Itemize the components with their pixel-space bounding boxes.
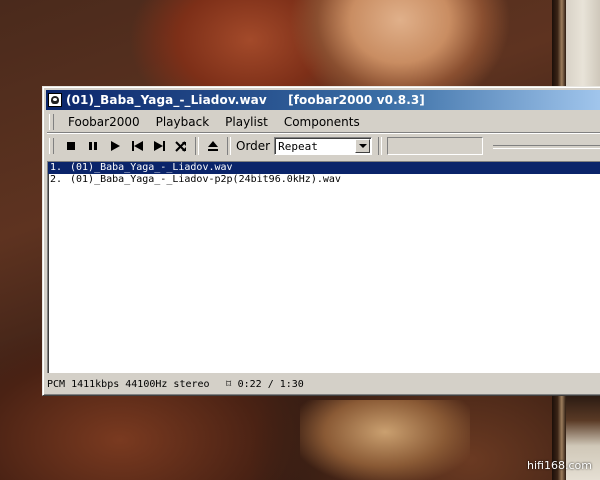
playlist-item-index: 2.	[50, 174, 63, 185]
order-label: Order	[236, 139, 271, 153]
play-icon	[111, 141, 120, 151]
playlist-item-index: 1.	[50, 162, 63, 173]
seek-track	[493, 145, 600, 149]
menu-playback[interactable]: Playback	[148, 113, 218, 131]
playlist-item-title: (01)_Baba_Yaga_-_Liadov.wav	[70, 162, 233, 173]
watermark: hifi168.com	[527, 459, 592, 472]
previous-button[interactable]	[126, 136, 148, 156]
toolbar: Order Repeat	[47, 135, 600, 157]
previous-icon	[131, 141, 143, 151]
stop-icon	[67, 142, 75, 150]
playlist-view[interactable]: 1. (01)_Baba_Yaga_-_Liadov.wav 2. (01)_Bab…	[47, 161, 600, 373]
menu-playlist[interactable]: Playlist	[217, 113, 276, 131]
stop-button[interactable]	[60, 136, 82, 156]
playlist-item[interactable]: 2. (01)_Baba_Yaga_-_Liadov-p2p(24bit96.0k…	[48, 174, 600, 186]
window-title: (01)_Baba_Yaga_-_Liadov.wav [foobar2000 …	[66, 93, 425, 107]
status-bar: PCM 1411kbps 44100Hz stereo ⌑ 0:22 / 1:3…	[47, 376, 600, 392]
playlist-item-title: (01)_Baba_Yaga_-_Liadov-p2p(24bit96.0kHz…	[70, 174, 341, 185]
device-icon: ⌑	[225, 378, 232, 390]
pause-icon	[89, 142, 97, 150]
status-format-info: PCM 1411kbps 44100Hz stereo	[47, 378, 210, 390]
menu-grip[interactable]	[49, 114, 54, 130]
chevron-down-icon[interactable]	[355, 139, 371, 153]
playlist-item[interactable]: 1. (01)_Baba_Yaga_-_Liadov.wav	[48, 162, 600, 174]
eject-icon	[208, 141, 218, 151]
foobar-window: (01)_Baba_Yaga_-_Liadov.wav [foobar2000 …	[42, 86, 600, 396]
random-icon	[175, 140, 186, 152]
toolbar-separator	[227, 137, 231, 155]
foobar-app-icon[interactable]	[48, 93, 62, 107]
toolbar-grip[interactable]	[49, 138, 54, 154]
menu-foobar2000[interactable]: Foobar2000	[60, 113, 148, 131]
title-bar[interactable]: (01)_Baba_Yaga_-_Liadov.wav [foobar2000 …	[46, 90, 600, 110]
menu-bar: Foobar2000 Playback Playlist Components	[47, 112, 600, 133]
order-value: Repeat	[278, 139, 318, 153]
next-button[interactable]	[148, 136, 170, 156]
seek-bar[interactable]	[493, 137, 600, 155]
pause-button[interactable]	[82, 136, 104, 156]
order-dropdown[interactable]: Repeat	[274, 137, 373, 155]
play-button[interactable]	[104, 136, 126, 156]
menu-components[interactable]: Components	[276, 113, 368, 131]
eject-button[interactable]	[202, 136, 224, 156]
status-time: 0:22 / 1:30	[237, 378, 304, 390]
next-icon	[153, 141, 165, 151]
random-button[interactable]	[170, 136, 192, 156]
painting-detail	[300, 400, 470, 480]
toolbar-separator	[378, 137, 383, 155]
volume-slider[interactable]	[387, 137, 484, 155]
toolbar-separator	[195, 137, 199, 155]
